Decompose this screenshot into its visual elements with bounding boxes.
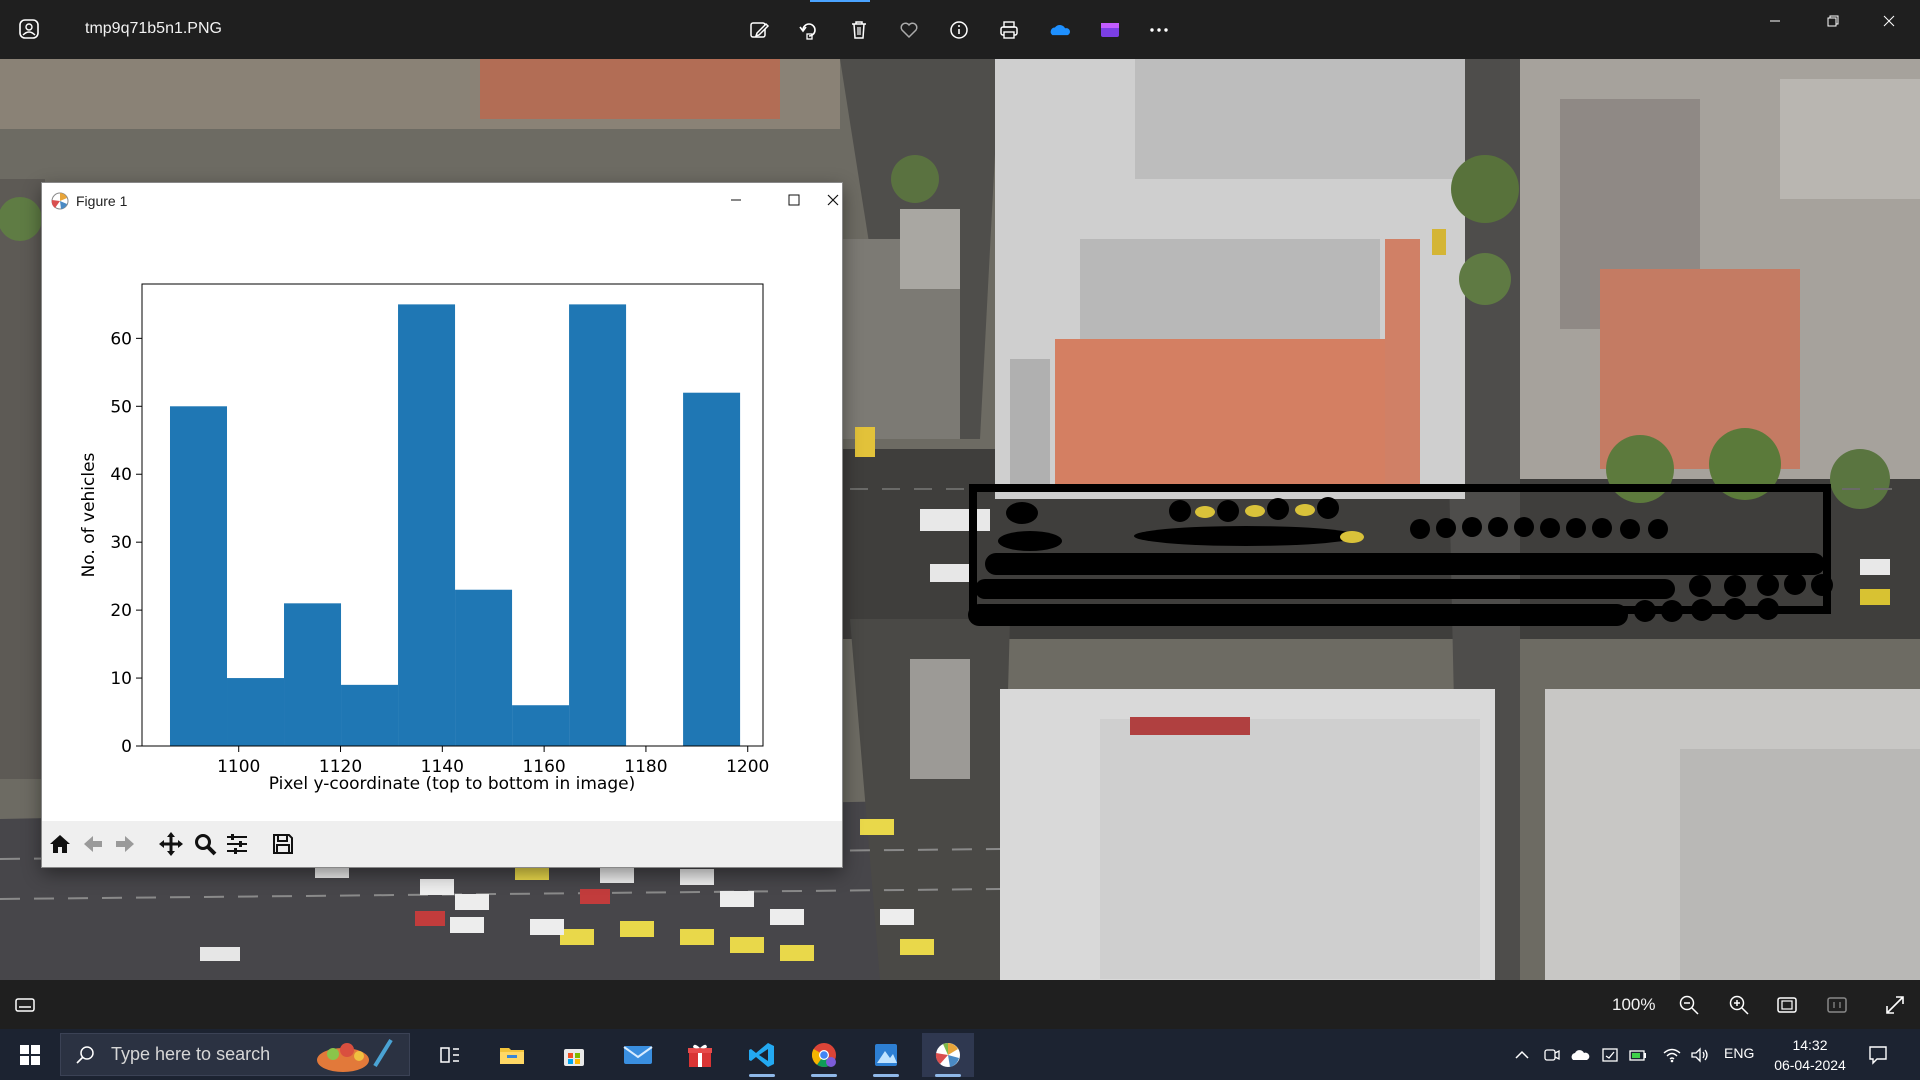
fullscreen-icon[interactable] [1880, 990, 1910, 1020]
y-tick-label: 20 [110, 601, 132, 621]
figure-window: Figure 1 1100 1120 1140 1160 1180 1200 0 10 20 3… [42, 183, 842, 867]
store-icon[interactable] [548, 1033, 600, 1077]
photos-app: tmp9q71b5n1.PNG Figure 1 1100 1120 1140 … [0, 0, 1920, 1080]
zoom-level: 100% [1612, 995, 1656, 1014]
minimize-button[interactable] [1752, 8, 1798, 34]
zoom-out-icon[interactable] [1674, 990, 1704, 1020]
clock-time: 14:32 [1792, 1037, 1828, 1053]
y-axis-label: No. of vehicles [79, 452, 99, 577]
meet-icon[interactable] [1540, 1043, 1564, 1067]
search-highlight-illustration [317, 1038, 393, 1072]
chevron-up-icon[interactable] [1510, 1043, 1534, 1067]
running-indicator [935, 1074, 961, 1077]
image-canvas[interactable]: Figure 1 1100 1120 1140 1160 1180 1200 0 10 20 3… [0, 59, 1920, 980]
active-indicator [810, 0, 870, 2]
wifi-icon[interactable] [1660, 1043, 1684, 1067]
actual-size-icon[interactable] [1822, 990, 1852, 1020]
more-icon[interactable] [1143, 14, 1175, 46]
histogram-bar [569, 304, 627, 746]
x-tick-label: 1200 [726, 757, 769, 777]
x-axis-ticks: 1100 1120 1140 1160 1180 1200 [217, 746, 769, 777]
save-icon[interactable] [268, 829, 298, 859]
y-tick-label: 40 [110, 465, 132, 485]
edit-icon[interactable] [743, 14, 775, 46]
zoom-icon[interactable] [190, 829, 220, 859]
forward-icon[interactable] [110, 829, 140, 859]
onedrive-tray-icon[interactable] [1568, 1043, 1592, 1067]
pan-icon[interactable] [156, 829, 186, 859]
bars-group [169, 304, 741, 746]
figure-minimize-button[interactable] [708, 185, 764, 215]
rotate-icon[interactable] [793, 14, 825, 46]
clock-date: 06-04-2024 [1774, 1057, 1846, 1073]
histogram-bar [169, 406, 228, 746]
figure-toolbar [42, 821, 842, 867]
clipchamp-icon[interactable] [1094, 14, 1126, 46]
histogram-bar [284, 603, 342, 746]
favorite-icon[interactable] [893, 14, 925, 46]
defender-icon[interactable] [1598, 1043, 1622, 1067]
x-tick-label: 1100 [217, 757, 260, 777]
y-tick-label: 0 [121, 737, 132, 757]
histogram-bar [398, 304, 456, 746]
taskbar: Type here to search ENG 14:32 06-04-2024 [0, 1029, 1920, 1080]
figure-title: Figure 1 [76, 193, 128, 209]
histogram-bar [341, 684, 399, 746]
home-icon[interactable] [45, 829, 75, 859]
close-button[interactable] [1866, 8, 1912, 34]
gift-icon[interactable] [674, 1033, 726, 1077]
y-tick-label: 50 [110, 397, 132, 417]
configure-icon[interactable] [222, 829, 252, 859]
matplotlib-icon [51, 192, 69, 210]
y-tick-label: 10 [110, 669, 132, 689]
bottom-bar: 100% [0, 980, 1920, 1029]
y-tick-label: 30 [110, 533, 132, 553]
task-view-icon[interactable] [424, 1033, 476, 1077]
info-icon[interactable] [943, 14, 975, 46]
figure-maximize-button[interactable] [766, 185, 822, 215]
windows-icon [20, 1045, 40, 1065]
search-icon [76, 1045, 94, 1064]
running-indicator [811, 1074, 837, 1077]
language-indicator[interactable]: ENG [1724, 1045, 1754, 1061]
print-icon[interactable] [993, 14, 1025, 46]
battery-icon[interactable] [1626, 1043, 1650, 1067]
mail-icon[interactable] [612, 1033, 664, 1077]
file-explorer-icon[interactable] [486, 1033, 538, 1077]
running-indicator [749, 1074, 775, 1077]
taskbar-search-box[interactable]: Type here to search [60, 1033, 410, 1076]
notifications-icon[interactable] [1866, 1043, 1890, 1067]
chrome-icon[interactable] [798, 1033, 850, 1077]
vscode-icon[interactable] [736, 1033, 788, 1077]
running-indicator [873, 1074, 899, 1077]
figure-title-bar: Figure 1 [42, 183, 842, 217]
file-name: tmp9q71b5n1.PNG [85, 20, 222, 37]
clock[interactable]: 14:32 06-04-2024 [1770, 1035, 1850, 1075]
x-axis-label: Pixel y-coordinate (top to bottom in ima… [269, 774, 635, 794]
figure-close-button[interactable] [824, 185, 842, 215]
photos-app-icon [19, 19, 39, 39]
start-button[interactable] [10, 1037, 50, 1073]
photos-taskbar-icon[interactable] [922, 1033, 974, 1077]
histogram-bar [512, 705, 570, 746]
search-placeholder: Type here to search [111, 1044, 271, 1064]
title-bar: tmp9q71b5n1.PNG [0, 0, 1920, 59]
fit-to-window-icon[interactable] [1772, 990, 1802, 1020]
onedrive-icon[interactable] [1044, 14, 1076, 46]
histogram-chart: 1100 1120 1140 1160 1180 1200 0 10 20 30 40 50 60 P… [79, 283, 769, 794]
back-icon[interactable] [78, 829, 108, 859]
histogram-bar [227, 678, 285, 746]
delete-icon[interactable] [843, 14, 875, 46]
histogram-bar [455, 589, 513, 746]
restore-button[interactable] [1810, 8, 1856, 34]
histogram-bar [683, 392, 741, 746]
filmstrip-icon[interactable] [10, 990, 40, 1020]
zoom-in-icon[interactable] [1724, 990, 1754, 1020]
image-app-icon[interactable] [860, 1033, 912, 1077]
volume-icon[interactable] [1688, 1043, 1712, 1067]
y-tick-label: 60 [110, 329, 132, 349]
y-axis-ticks: 0 10 20 30 40 50 60 [110, 329, 142, 757]
